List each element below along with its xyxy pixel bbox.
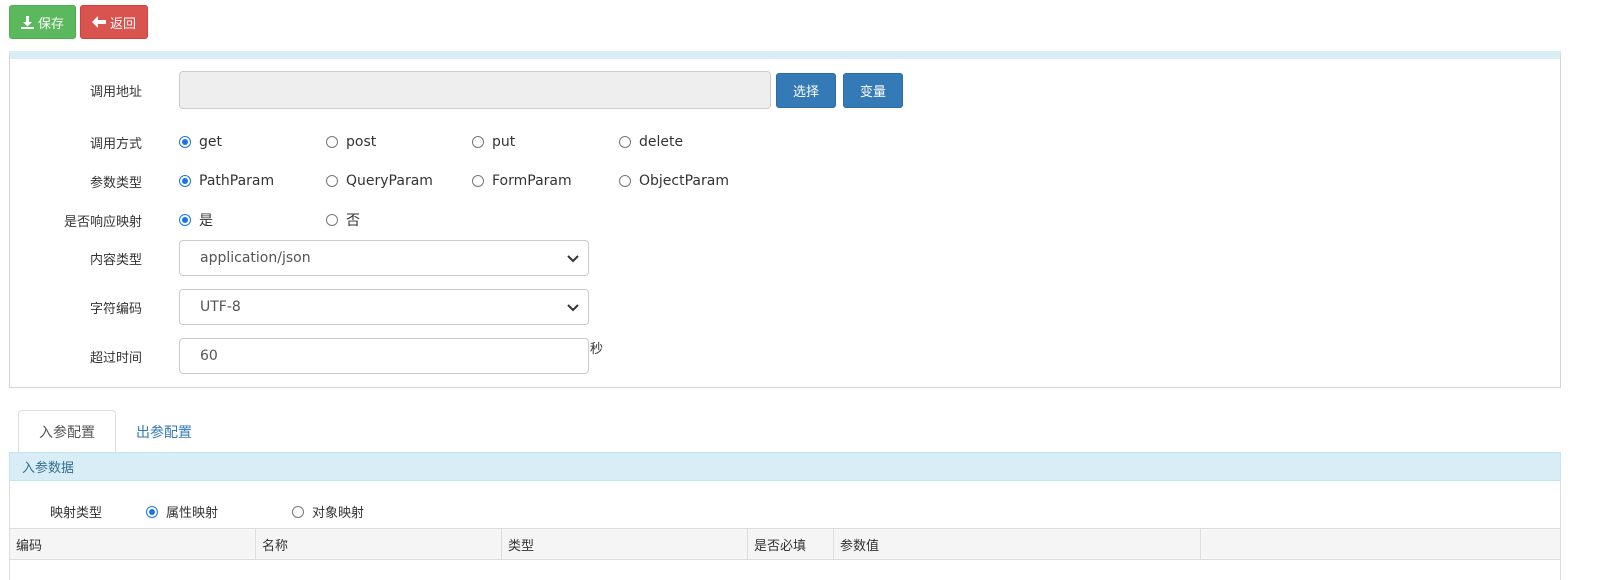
charset-row: 字符编码 UTF-8 [10,289,1560,325]
chevron-down-icon [567,255,579,263]
radio-unchecked-icon [292,505,304,518]
response-mapping-label: 是否响应映射 [63,214,142,230]
variable-button[interactable]: 变量 [843,73,904,108]
method-radio-delete[interactable]: delete [619,134,683,150]
variable-button-label: 变量 [860,85,887,100]
mapping-type-label: 映射类型 [50,506,103,521]
radio-unchecked-icon [619,136,631,148]
save-button-label: 保存 [38,16,65,32]
params-header: 入参数据 [9,452,1561,481]
url-row: 调用地址 选择 变量 [10,71,1560,109]
back-button[interactable]: 返回 [80,5,149,39]
column-header-actions [1201,529,1560,559]
mapping-radio-object[interactable]: 对象映射 [292,502,364,521]
param-type-radio-queryparam[interactable]: QueryParam [326,173,433,189]
response-mapping-row: 是否响应映射 是 否 [10,206,1560,234]
tab-input-params[interactable]: 入参配置 [18,410,116,453]
select-button[interactable]: 选择 [776,73,837,108]
radio-unchecked-icon [472,136,484,148]
config-tabs: 入参配置 出参配置 [18,409,212,453]
mapping-type-row: 映射类型 属性映射 对象映射 [10,496,1560,524]
column-header-required[interactable]: 是否必填 [748,529,834,559]
radio-checked-icon [179,136,191,148]
toolbar: 保存 返回 [9,5,149,41]
param-type-radio-formparam[interactable]: FormParam [472,173,572,189]
arrow-left-icon [92,16,107,28]
params-table-header: 编码 名称 类型 是否必填 参数值 [10,528,1560,560]
timeout-input[interactable]: 60 [179,338,589,374]
content-type-select[interactable]: application/json [179,240,589,276]
timeout-unit: 秒 [590,342,604,357]
method-row: 调用方式 get post put delete [10,128,1560,156]
column-header-name[interactable]: 名称 [256,529,502,559]
column-header-value[interactable]: 参数值 [834,529,1201,559]
radio-unchecked-icon [326,136,338,148]
charset-select[interactable]: UTF-8 [179,289,589,325]
param-type-row: 参数类型 PathParam QueryParam FormParam Obje… [10,167,1560,195]
radio-unchecked-icon [619,175,631,187]
response-mapping-radio-yes[interactable]: 是 [179,210,213,230]
radio-checked-icon [179,175,191,187]
select-button-label: 选择 [793,85,820,100]
method-radio-put[interactable]: put [472,134,515,150]
content-type-row: 内容类型 application/json [10,240,1560,276]
timeout-row: 超过时间 60 秒 [10,338,1560,374]
param-type-radio-pathparam[interactable]: PathParam [179,173,274,189]
param-type-label: 参数类型 [89,175,142,191]
radio-checked-icon [146,505,158,518]
column-header-code[interactable]: 编码 [10,529,256,559]
radio-checked-icon [179,214,191,226]
param-type-radio-objectparam[interactable]: ObjectParam [619,173,729,189]
tab-output-params[interactable]: 出参配置 [116,410,212,453]
method-radio-get[interactable]: get [179,134,222,150]
timeout-label: 超过时间 [89,350,142,366]
method-label: 调用方式 [89,136,142,152]
request-config-panel: 调用地址 选择 变量 调用方式 get post put delete 参数类型 [9,51,1561,388]
download-icon [21,15,34,29]
url-label: 调用地址 [89,84,142,100]
radio-unchecked-icon [326,175,338,187]
response-mapping-radio-no[interactable]: 否 [326,210,360,230]
save-button[interactable]: 保存 [9,5,77,39]
column-header-type[interactable]: 类型 [502,529,748,559]
radio-unchecked-icon [472,175,484,187]
content-type-label: 内容类型 [89,252,142,268]
radio-unchecked-icon [326,214,338,226]
url-input[interactable] [179,71,771,109]
charset-label: 字符编码 [89,301,142,317]
mapping-radio-attribute[interactable]: 属性映射 [146,502,218,521]
params-body: 映射类型 属性映射 对象映射 编码 名称 类型 是否必填 参数值 [9,481,1561,580]
method-radio-post[interactable]: post [326,134,376,150]
chevron-down-icon [567,304,579,312]
back-button-label: 返回 [110,16,137,32]
